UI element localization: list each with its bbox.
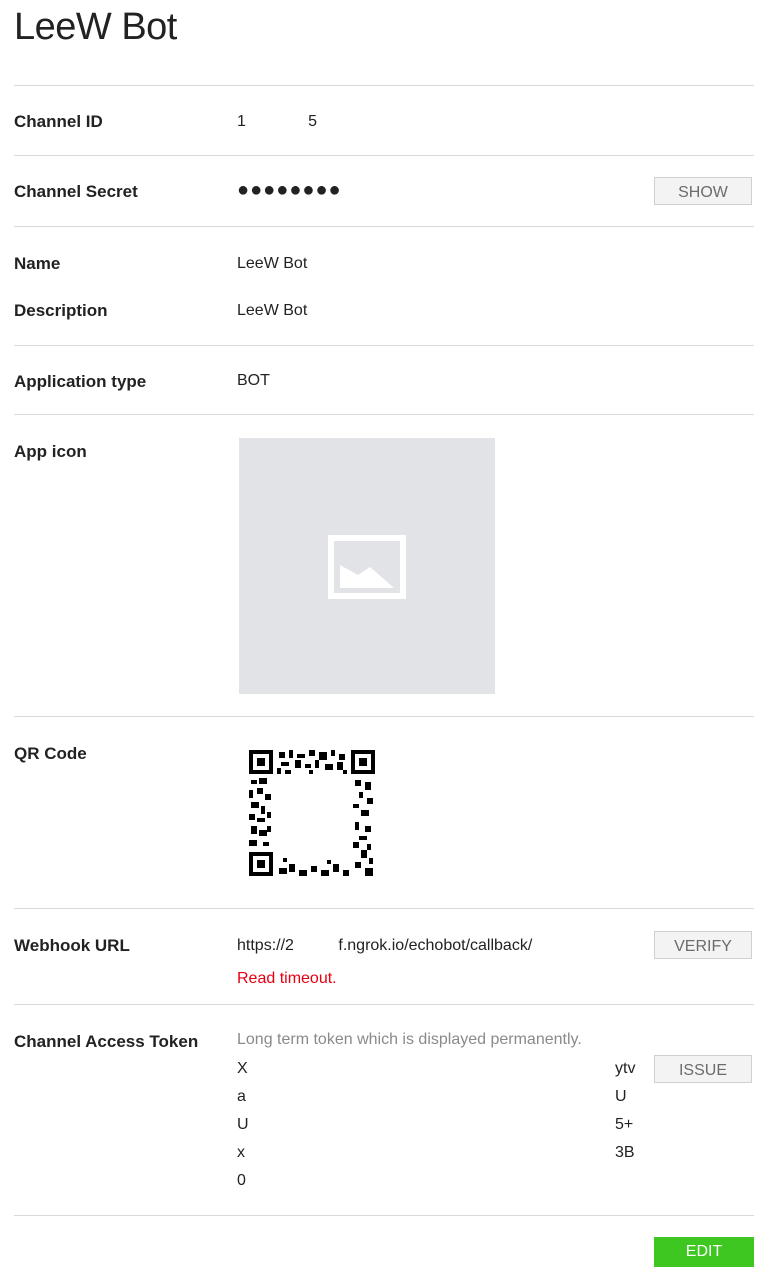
divider <box>14 908 754 909</box>
token-line-start: a <box>237 1088 246 1105</box>
channel-id-value: 1 5 <box>237 113 318 130</box>
webhook-url-value: https://2 f.ngrok.io/echobot/callback/ <box>237 937 533 954</box>
app-icon-label: App icon <box>14 442 87 461</box>
image-placeholder-icon <box>328 535 406 599</box>
channel-secret-value: ●●●●●●●● <box>237 179 342 201</box>
webhook-url-label: Webhook URL <box>14 936 130 955</box>
channel-id-label: Channel ID <box>14 112 103 131</box>
divider <box>14 1215 754 1216</box>
token-line-start: X <box>237 1060 248 1077</box>
access-token-label: Channel Access Token <box>14 1032 199 1051</box>
divider <box>14 414 754 415</box>
token-line-end: U <box>615 1088 627 1105</box>
name-value: LeeW Bot <box>237 255 308 272</box>
edit-button[interactable]: EDIT <box>654 1237 754 1267</box>
qr-code-label: QR Code <box>14 744 87 763</box>
description-value: LeeW Bot <box>237 302 308 319</box>
page-title: LeeW Bot <box>14 6 177 48</box>
token-line-end: ytv <box>615 1060 636 1077</box>
divider <box>14 1004 754 1005</box>
qr-code-icon <box>249 750 375 876</box>
issue-button[interactable]: ISSUE <box>654 1055 752 1083</box>
app-icon-image[interactable] <box>239 438 495 694</box>
token-line-start: x <box>237 1144 245 1161</box>
application-type-value: BOT <box>237 372 270 389</box>
name-label: Name <box>14 254 61 273</box>
divider <box>14 155 754 156</box>
verify-button[interactable]: VERIFY <box>654 931 752 959</box>
access-token-hint: Long term token which is displayed perma… <box>237 1031 582 1048</box>
token-line-end: 5+ <box>615 1116 634 1133</box>
divider <box>14 716 754 717</box>
application-type-label: Application type <box>14 372 147 391</box>
token-line-start: U <box>237 1116 249 1133</box>
token-line-end: 3B <box>615 1144 635 1161</box>
channel-secret-label: Channel Secret <box>14 182 138 201</box>
divider <box>14 226 754 227</box>
divider <box>14 85 754 86</box>
webhook-error-message: Read timeout. <box>237 970 337 987</box>
token-line-start: 0 <box>237 1172 246 1189</box>
show-secret-button[interactable]: SHOW <box>654 177 752 205</box>
description-label: Description <box>14 301 108 320</box>
divider <box>14 345 754 346</box>
